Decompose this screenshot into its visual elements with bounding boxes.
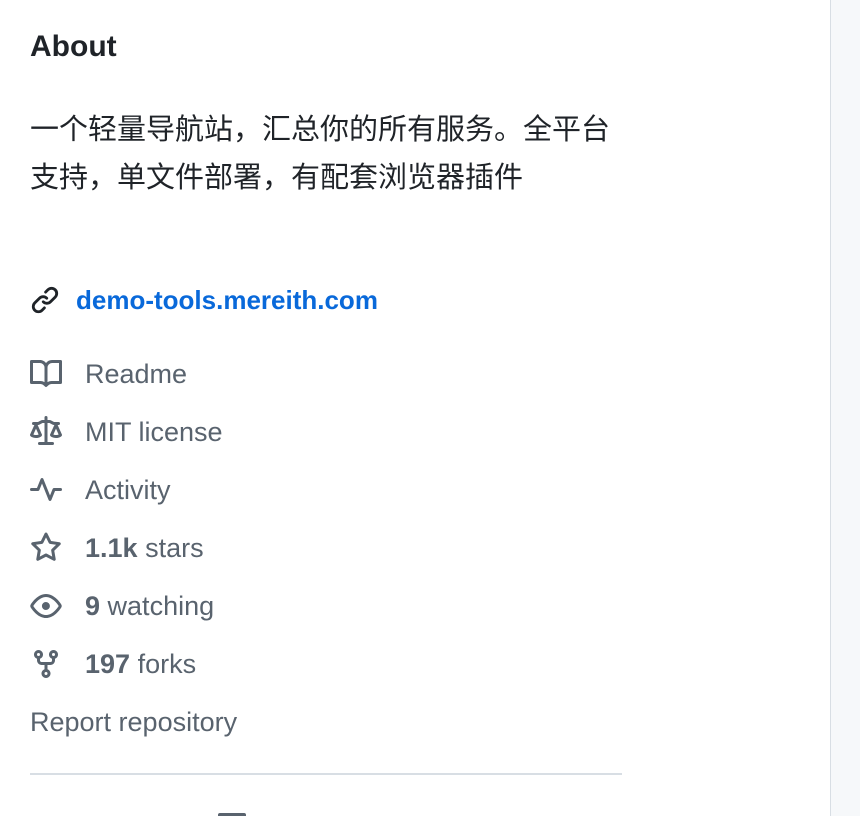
- right-scroll-rail: [830, 0, 860, 816]
- book-icon: [30, 358, 62, 390]
- forks-count: 197: [85, 648, 131, 679]
- watching-label: 9 watching: [85, 591, 214, 622]
- license-link[interactable]: MIT license: [30, 412, 223, 452]
- homepage-link[interactable]: demo-tools.mereith.com: [76, 285, 378, 316]
- license-label: MIT license: [85, 416, 223, 447]
- star-icon: [30, 532, 62, 564]
- link-icon: [30, 285, 60, 315]
- readme-label: Readme: [85, 358, 188, 389]
- pulse-icon: [30, 474, 62, 506]
- forks-link[interactable]: 197 forks: [30, 644, 196, 684]
- stars-count: 1.1k: [85, 532, 138, 563]
- activity-label: Activity: [85, 474, 171, 505]
- forks-label: 197 forks: [85, 649, 196, 680]
- repo-description: 一个轻量导航站，汇总你的所有服务。全平台支持，单文件部署，有配套浏览器插件: [30, 112, 611, 194]
- watching-link[interactable]: 9 watching: [30, 586, 214, 626]
- homepage-row: demo-tools.mereith.com: [30, 280, 378, 320]
- stars-label: 1.1k stars: [85, 533, 204, 564]
- activity-link[interactable]: Activity: [30, 470, 171, 510]
- forks-text: forks: [137, 648, 197, 679]
- eye-icon: [30, 590, 62, 622]
- stars-link[interactable]: 1.1k stars: [30, 528, 204, 568]
- stars-text: stars: [145, 532, 204, 563]
- fork-icon: [30, 648, 62, 680]
- law-scale-icon: [30, 416, 62, 448]
- section-divider: [30, 773, 622, 775]
- watching-text: watching: [107, 590, 215, 621]
- readme-link[interactable]: Readme: [30, 354, 187, 394]
- about-heading: About: [30, 30, 117, 63]
- watching-count: 9: [85, 590, 101, 621]
- report-repository-link[interactable]: Report repository: [30, 702, 237, 742]
